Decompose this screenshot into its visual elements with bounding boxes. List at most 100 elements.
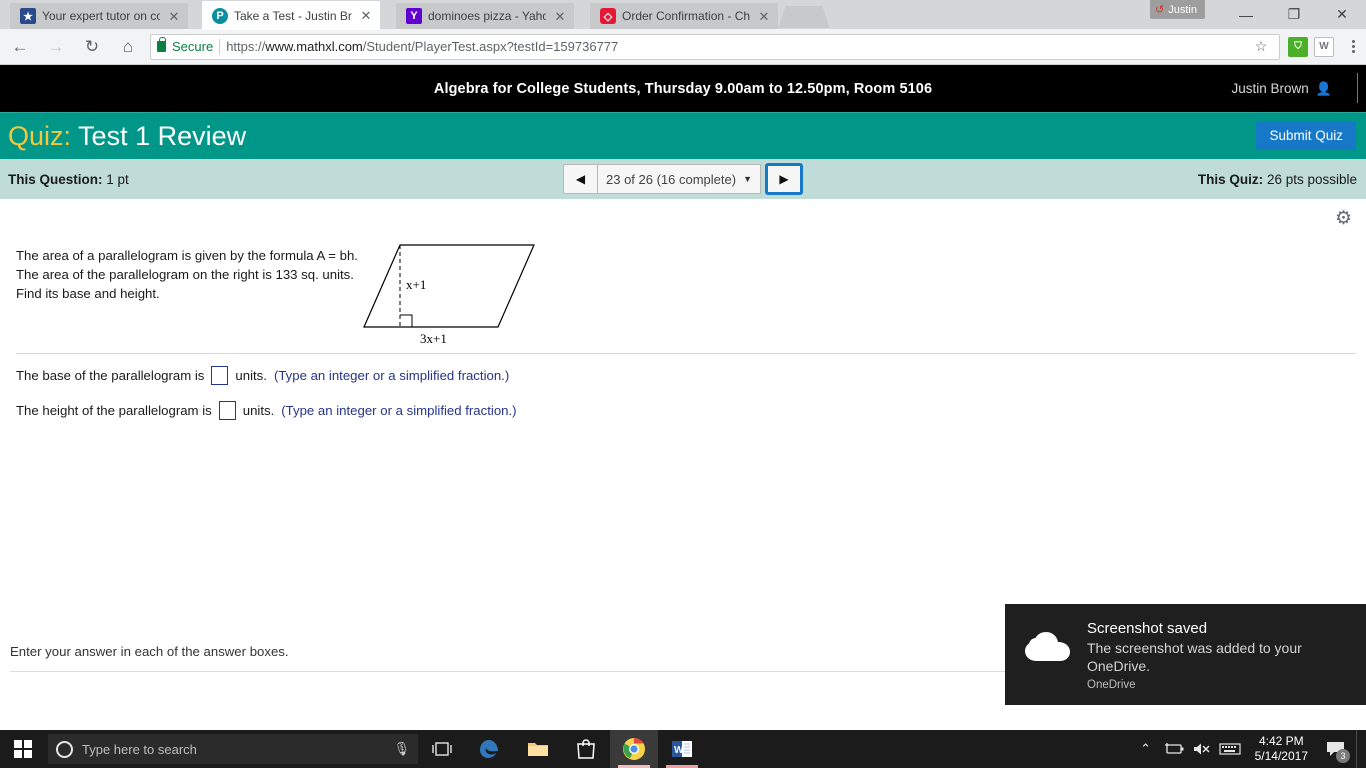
answer-hint-base: (Type an integer or a simplified fractio… (273, 368, 510, 383)
quiz-title-bar: Quiz: Test 1 Review Submit Quiz (0, 112, 1366, 159)
window-controls: — ❐ ✕ (1222, 0, 1366, 29)
reload-button[interactable]: ↻ (76, 31, 108, 63)
question-selector-dropdown[interactable]: 23 of 26 (16 complete) ▼ (597, 164, 761, 194)
clock[interactable]: 4:42 PM 5/14/2017 (1245, 734, 1318, 764)
quiz-label: Quiz: (8, 120, 72, 151)
browser-tab-3-close-icon[interactable]: ✕ (552, 8, 568, 24)
toast-body: The screenshot was added to your OneDriv… (1087, 640, 1302, 675)
question-points-value: 1 pt (106, 171, 129, 187)
question-body: The area of a parallelogram is given by … (0, 237, 1366, 632)
notification-toast[interactable]: Screenshot saved The screenshot was adde… (1005, 604, 1366, 705)
question-stem: The area of a parallelogram is given by … (16, 246, 366, 303)
browser-tab-4-title: Order Confirmation - Che (622, 9, 750, 23)
url-path: /Student/PlayerTest.aspx?testId=15973677… (362, 39, 619, 54)
question-stem-line-3: Find its base and height. (16, 286, 160, 302)
minimize-button[interactable]: — (1222, 0, 1270, 29)
browser-toolbar: ← → ↻ ⌂ Secure https://www.mathxl.com/St… (0, 29, 1366, 65)
notification-count-badge: 3 (1336, 749, 1350, 763)
browser-tab-4-close-icon[interactable]: ✕ (756, 8, 772, 24)
battery-icon[interactable] (1161, 730, 1187, 768)
toast-app-name: OneDrive (1087, 679, 1136, 692)
question-stem-line-2: The area of the parallelogram on the rig… (16, 267, 354, 283)
windows-logo-icon (14, 740, 32, 758)
file-explorer-button[interactable] (514, 730, 562, 768)
word-button[interactable]: W (658, 730, 706, 768)
profile-name: Justin (1168, 3, 1197, 16)
profile-chip[interactable]: ↺ Justin (1150, 0, 1205, 19)
header-right-rule (1357, 73, 1358, 103)
user-menu[interactable]: Justin Brown 👤 (1232, 81, 1332, 97)
close-window-button[interactable]: ✕ (1318, 0, 1366, 29)
previous-question-button[interactable]: ◀ (563, 164, 597, 194)
quiz-points-label: This Quiz: (1197, 171, 1264, 187)
forward-button[interactable]: → (40, 31, 72, 63)
submit-quiz-button[interactable]: Submit Quiz (1256, 121, 1356, 150)
show-desktop-button[interactable] (1356, 730, 1362, 768)
next-question-button[interactable]: ▶ (765, 163, 803, 195)
browser-tab-4[interactable]: ◇ Order Confirmation - Che ✕ (590, 3, 778, 29)
answer-row-height: The height of the parallelogram is units… (16, 401, 517, 420)
gear-icon[interactable]: ⚙ (1335, 207, 1352, 230)
height-answer-input[interactable] (218, 401, 236, 420)
answer-prompt-base: The base of the parallelogram is (16, 368, 205, 383)
question-stem-line-1: The area of a parallelogram is given by … (16, 248, 358, 263)
chrome-button[interactable] (610, 730, 658, 768)
parallelogram-diagram: x+1 3x+1 (352, 237, 552, 347)
question-points: This Question: 1 pt (8, 172, 129, 187)
shield-star-icon: ★ (20, 8, 36, 24)
windows-taskbar: Type here to search 🎙 W ⌃ 4:42 PM 5/14/2… (0, 730, 1366, 768)
footer-instruction: Enter your answer in each of the answer … (10, 644, 289, 659)
lock-icon (157, 37, 166, 52)
new-tab-button[interactable] (787, 6, 821, 28)
action-center-button[interactable]: 3 (1320, 730, 1350, 768)
show-hidden-icons-button[interactable]: ⌃ (1133, 730, 1159, 768)
course-title: Algebra for College Students, Thursday 9… (433, 80, 933, 97)
task-view-button[interactable] (418, 730, 466, 768)
browser-tab-1[interactable]: ★ Your expert tutor on cou ✕ (10, 3, 188, 29)
quiz-points: This Quiz: 26 pts possible (1198, 172, 1357, 187)
chrome-menu-button[interactable] (1340, 40, 1366, 53)
address-bar[interactable]: Secure https://www.mathxl.com/Student/Pl… (150, 33, 1280, 60)
browser-tab-3[interactable]: Y dominoes pizza - Yahoo S ✕ (396, 3, 574, 29)
search-input[interactable]: Type here to search 🎙 (48, 734, 418, 764)
browser-tab-2-title: Take a Test - Justin Brown (234, 8, 352, 23)
base-answer-input[interactable] (211, 366, 229, 385)
answer-row-base: The base of the parallelogram is units. … (16, 366, 509, 385)
green-shield-extension-icon[interactable]: ⛉ (1288, 36, 1308, 57)
browser-tab-2[interactable]: P Take a Test - Justin Brown ✕ (202, 1, 380, 30)
home-button[interactable]: ⌂ (112, 31, 144, 63)
w-bubble-extension-icon[interactable]: W (1314, 36, 1334, 57)
quiz-points-value: 26 pts possible (1266, 171, 1357, 187)
browser-tab-1-close-icon[interactable]: ✕ (166, 8, 182, 24)
browser-tab-3-title: dominoes pizza - Yahoo S (428, 9, 546, 23)
course-header-bar: Algebra for College Students, Thursday 9… (0, 65, 1366, 112)
clock-date: 5/14/2017 (1254, 749, 1308, 763)
question-selector-text: 23 of 26 (16 complete) (606, 171, 737, 187)
tools-row: ⚙ (0, 199, 1366, 237)
bookmark-star-icon[interactable]: ☆ (1249, 35, 1273, 59)
start-button[interactable] (0, 730, 46, 768)
volume-muted-icon[interactable] (1189, 730, 1215, 768)
browser-tab-2-close-icon[interactable]: ✕ (358, 8, 374, 24)
microphone-icon[interactable]: 🎙 (393, 741, 410, 757)
back-button[interactable]: ← (4, 31, 36, 63)
edge-button[interactable] (466, 730, 514, 768)
yahoo-y-icon: Y (406, 8, 422, 24)
keyboard-icon[interactable] (1217, 730, 1243, 768)
pearson-p-icon: P (212, 7, 228, 24)
cortana-icon (56, 740, 73, 758)
url-scheme: https:// (226, 39, 266, 54)
question-divider (16, 353, 1356, 354)
answer-hint-height: (Type an integer or a simplified fractio… (281, 403, 517, 418)
chevron-down-icon: ▼ (743, 174, 752, 184)
browser-tab-1-title: Your expert tutor on cou (42, 9, 160, 23)
question-points-label: This Question: (8, 171, 103, 187)
url-host: www.mathxl.com (265, 39, 363, 54)
dominos-icon: ◇ (600, 8, 616, 24)
screen: ★ Your expert tutor on cou ✕ P Take a Te… (0, 0, 1366, 768)
user-name: Justin Brown (1231, 81, 1309, 96)
microsoft-store-button[interactable] (562, 730, 610, 768)
answer-unit-height: units. (242, 403, 275, 418)
quiz-info-bar: This Question: 1 pt ◀ 23 of 26 (16 compl… (0, 159, 1366, 199)
maximize-button[interactable]: ❐ (1270, 0, 1318, 29)
